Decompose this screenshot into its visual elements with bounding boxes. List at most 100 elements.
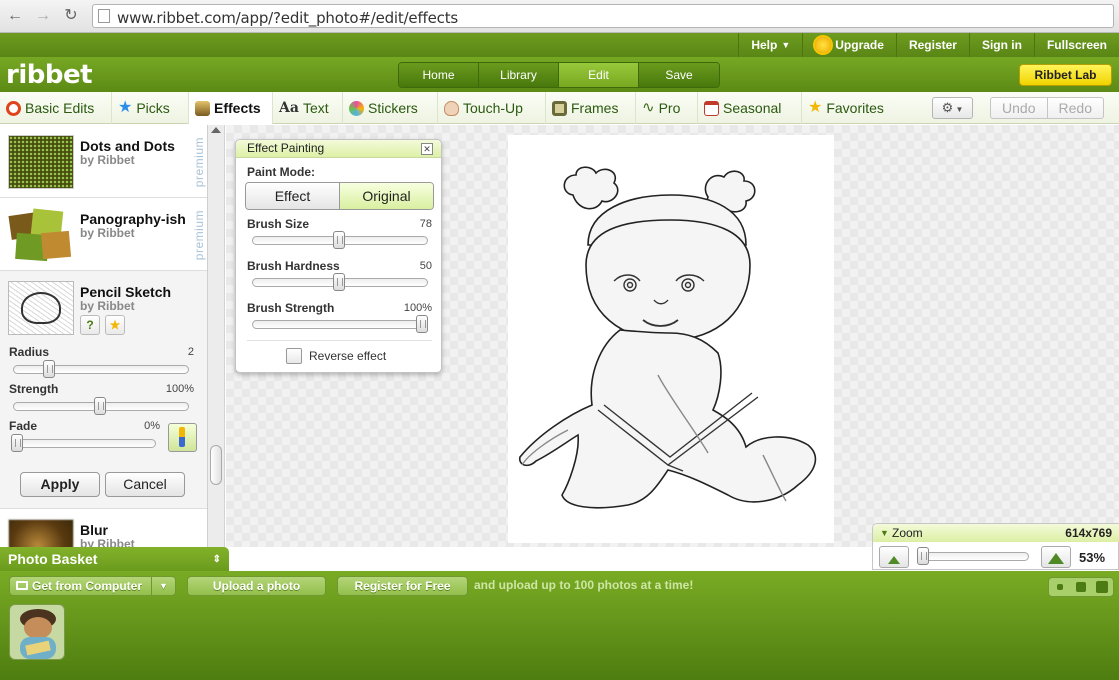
tab-label: Pro bbox=[658, 100, 681, 116]
tab-label: Seasonal bbox=[723, 100, 782, 116]
get-from-computer-button[interactable]: Get from Computer ▼ bbox=[9, 576, 176, 596]
mode-original-button[interactable]: Original bbox=[339, 183, 433, 209]
upgrade-link[interactable]: Upgrade bbox=[802, 33, 896, 57]
tab-edit[interactable]: Edit bbox=[559, 63, 639, 87]
mountain-large-icon bbox=[1048, 553, 1064, 564]
paintbrush-icon bbox=[179, 427, 185, 447]
basket-view-toggle bbox=[1048, 577, 1114, 597]
caret-down-icon: ▼ bbox=[781, 40, 791, 50]
reload-icon[interactable]: ↻ bbox=[61, 6, 81, 26]
close-icon[interactable]: ✕ bbox=[421, 143, 433, 155]
scroll-up-icon[interactable] bbox=[211, 127, 221, 133]
apply-button[interactable]: Apply bbox=[20, 472, 100, 497]
back-arrow-icon[interactable]: ← bbox=[5, 6, 25, 26]
view-small-button[interactable] bbox=[1049, 578, 1070, 596]
tab-label: Frames bbox=[571, 100, 619, 116]
effect-blur[interactable]: Blur by Ribbet bbox=[0, 509, 207, 547]
zoom-in-button[interactable] bbox=[1041, 546, 1071, 568]
fade-slider-handle[interactable] bbox=[11, 434, 23, 452]
tab-library[interactable]: Library bbox=[479, 63, 559, 87]
computer-icon bbox=[16, 581, 28, 590]
brush-strength-handle[interactable] bbox=[416, 315, 428, 333]
stickers-icon bbox=[349, 100, 364, 116]
brush-hardness-handle[interactable] bbox=[333, 273, 345, 291]
scrollbar-thumb[interactable] bbox=[210, 445, 222, 485]
effect-author: by Ribbet bbox=[80, 226, 135, 240]
basket-photo-thumbnail[interactable] bbox=[9, 604, 65, 660]
ribbet-lab-button[interactable]: Ribbet Lab bbox=[1019, 64, 1112, 86]
fade-brush-button[interactable] bbox=[168, 423, 197, 452]
mode-effect-button[interactable]: Effect bbox=[246, 183, 339, 209]
strength-slider-handle[interactable] bbox=[94, 397, 106, 415]
effects-icon bbox=[195, 100, 210, 116]
effect-dots-and-dots[interactable]: Dots and Dots by Ribbet premium bbox=[0, 125, 207, 198]
zoom-label: Zoom bbox=[892, 526, 923, 540]
undo-button[interactable]: Undo bbox=[991, 98, 1048, 118]
triangle-down-icon: ▼ bbox=[880, 528, 889, 538]
view-large-button[interactable] bbox=[1092, 578, 1113, 596]
effect-thumbnail bbox=[8, 519, 74, 547]
effect-panography-ish[interactable]: Panography-ish by Ribbet premium bbox=[0, 198, 207, 271]
sign-in-link[interactable]: Sign in bbox=[968, 33, 1034, 57]
zoom-panel: ▼ Zoom 614x769 53% bbox=[872, 523, 1119, 570]
register-free-button[interactable]: Register for Free bbox=[337, 576, 468, 596]
forward-arrow-icon[interactable]: → bbox=[33, 6, 53, 26]
tab-touch-up[interactable]: Touch-Up bbox=[438, 92, 546, 124]
brush-strength-value: 100% bbox=[403, 302, 432, 314]
tab-label: Text bbox=[302, 100, 329, 116]
tab-pro[interactable]: ∿ Pro bbox=[636, 92, 698, 124]
url-text: www.ribbet.com/app/?edit_photo#/edit/eff… bbox=[117, 9, 458, 27]
tab-basic-edits[interactable]: Basic Edits bbox=[0, 92, 112, 124]
tab-home[interactable]: Home bbox=[399, 63, 479, 87]
help-link[interactable]: Help ▼ bbox=[738, 33, 802, 57]
settings-button[interactable]: ⚙ ▼ bbox=[932, 97, 973, 119]
zoom-slider-track[interactable] bbox=[919, 552, 1029, 561]
fade-value: 0% bbox=[144, 420, 160, 432]
register-link[interactable]: Register bbox=[895, 33, 969, 57]
photo-canvas[interactable] bbox=[508, 135, 834, 543]
zoom-slider-handle[interactable] bbox=[917, 547, 929, 565]
tab-label: Stickers bbox=[368, 100, 418, 116]
gear-icon: ⚙ bbox=[941, 100, 954, 115]
tab-label: Effects bbox=[214, 100, 261, 116]
basic-edits-icon bbox=[6, 100, 21, 116]
brush-size-value: 78 bbox=[419, 218, 432, 230]
caret-down-icon: ▼ bbox=[953, 105, 964, 114]
tab-favorites[interactable]: ★ Favorites bbox=[802, 92, 908, 124]
zoom-header[interactable]: ▼ Zoom 614x769 bbox=[873, 524, 1119, 542]
reverse-effect-label: Reverse effect bbox=[309, 349, 387, 363]
tab-picks[interactable]: ★ Picks bbox=[112, 92, 189, 124]
radius-slider-handle[interactable] bbox=[42, 360, 55, 378]
effects-list: Dots and Dots by Ribbet premium Panograp… bbox=[0, 125, 208, 547]
brush-strength-track[interactable] bbox=[252, 320, 428, 329]
tab-seasonal[interactable]: Seasonal bbox=[698, 92, 802, 124]
fullscreen-link[interactable]: Fullscreen bbox=[1033, 33, 1119, 57]
get-from-computer-label: Get from Computer bbox=[32, 579, 143, 593]
help-button[interactable]: ? bbox=[80, 315, 100, 335]
tab-effects[interactable]: Effects bbox=[189, 92, 273, 124]
view-medium-button[interactable] bbox=[1070, 578, 1091, 596]
tab-stickers[interactable]: Stickers bbox=[343, 92, 438, 124]
fade-slider-track[interactable] bbox=[13, 439, 156, 448]
sun-icon bbox=[815, 37, 832, 53]
radius-slider-track[interactable] bbox=[13, 365, 189, 374]
ribbet-logo[interactable]: ribbet bbox=[6, 60, 93, 90]
upload-photo-button[interactable]: Upload a photo bbox=[187, 576, 326, 596]
redo-button[interactable]: Redo bbox=[1048, 98, 1104, 118]
brush-size-handle[interactable] bbox=[333, 231, 345, 249]
zoom-percent: 53% bbox=[1079, 550, 1106, 565]
cancel-button[interactable]: Cancel bbox=[105, 472, 185, 497]
address-bar[interactable]: www.ribbet.com/app/?edit_photo#/edit/eff… bbox=[92, 4, 1114, 28]
tab-frames[interactable]: Frames bbox=[546, 92, 636, 124]
effects-scrollbar[interactable] bbox=[208, 125, 225, 547]
image-dimensions: 614x769 bbox=[1065, 526, 1112, 540]
zoom-out-button[interactable] bbox=[879, 546, 909, 568]
tab-text[interactable]: Aa Text bbox=[273, 92, 343, 124]
reverse-effect-checkbox[interactable] bbox=[286, 348, 302, 364]
caret-down-icon[interactable]: ▼ bbox=[151, 577, 175, 595]
photo-basket-header[interactable]: Photo Basket ⇕ bbox=[0, 547, 229, 572]
tab-save[interactable]: Save bbox=[639, 63, 719, 87]
resize-arrows-icon[interactable]: ⇕ bbox=[213, 547, 221, 572]
effect-thumbnail bbox=[8, 281, 74, 335]
favorite-button[interactable]: ★ bbox=[105, 315, 125, 335]
